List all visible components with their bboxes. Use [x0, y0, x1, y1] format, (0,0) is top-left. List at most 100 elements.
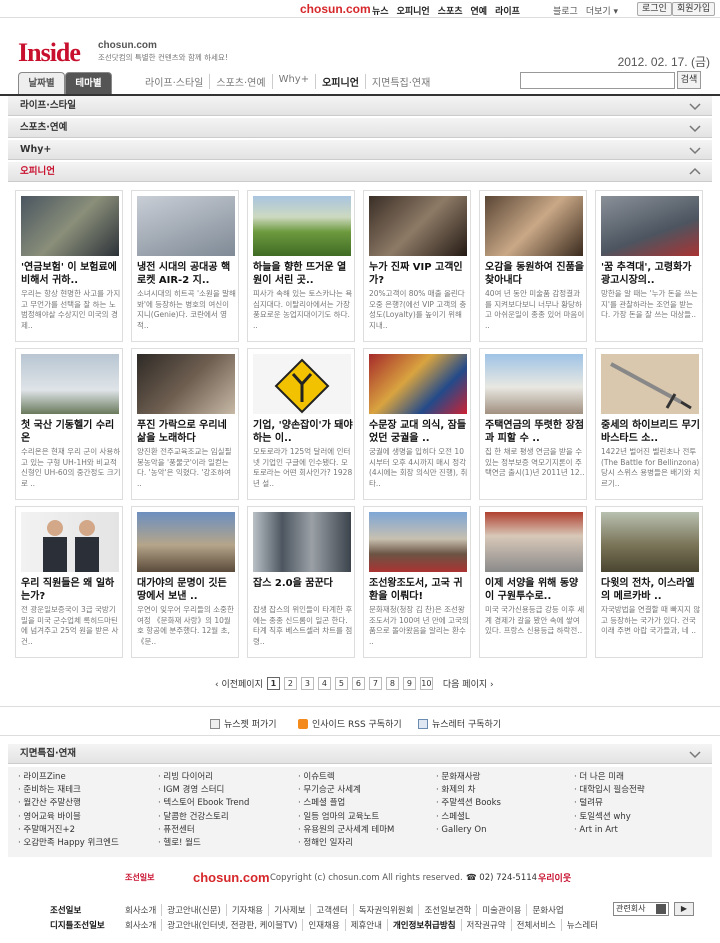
article-title[interactable]: 수문장 교대 의식, 잠들었던 궁궐을 ..	[369, 419, 469, 445]
footer-link[interactable]: 제휴안내	[346, 919, 388, 931]
article-title[interactable]: 다윗의 전차, 이스라엘의 메르카바 ..	[601, 577, 701, 603]
article-thumbnail[interactable]	[601, 354, 699, 414]
neighbor-banner[interactable]: 우리이웃	[538, 871, 571, 884]
special-link[interactable]: 정해인 일자리	[298, 837, 394, 850]
special-link[interactable]: 주말섹션 Books	[436, 797, 501, 810]
article-title[interactable]: 푸진 가락으로 우리네 삶을 노래하다	[137, 419, 237, 445]
article-title[interactable]: 대가야의 문명이 깃든 땅에서 보낸 ..	[137, 577, 237, 603]
footer-link[interactable]: 저작권규약	[462, 919, 512, 931]
article-thumbnail[interactable]	[369, 512, 467, 572]
article-card[interactable]: 중세의 하이브리드 무기 바스타드 소.. 1422년 벌어진 벨린초나 전투(…	[595, 348, 703, 500]
page-2[interactable]: 2	[283, 677, 297, 690]
special-link[interactable]: 털려뮤	[574, 797, 645, 810]
special-link[interactable]: IGM 경영 스터디	[158, 784, 249, 797]
special-link[interactable]: 일등 엄마의 교육노트	[298, 811, 394, 824]
special-link[interactable]: 퓨전센터	[158, 824, 249, 837]
article-card[interactable]: 기업, '양손잡이'가 돼야 하는 이.. 모토로라가 125억 달러에 인터넷…	[247, 348, 355, 500]
footer-link[interactable]: 회사소개	[120, 904, 163, 916]
article-thumbnail[interactable]	[253, 196, 351, 256]
top-link-sports[interactable]: 스포츠	[438, 4, 463, 17]
special-link[interactable]: 스페셜L	[436, 811, 501, 824]
special-link[interactable]: 무기승군 사세계	[298, 784, 394, 797]
article-card[interactable]: 첫 국산 기동헬기 수리온 수리온은 현재 우리 군이 사용하고 있는 구형 U…	[15, 348, 123, 500]
article-thumbnail[interactable]	[369, 196, 467, 256]
article-card[interactable]: '연금보험' 이 보험료에 비해서 귀하.. 우리는 항상 현명한 사고를 가지…	[15, 190, 123, 342]
footer-chosun-logo[interactable]: chosun.com	[193, 870, 270, 885]
privacy-policy-link[interactable]: 개인정보취급방침	[388, 919, 462, 931]
page-1[interactable]: 1	[266, 677, 280, 690]
article-title[interactable]: 이제 서양을 위해 동양이 구원투수로..	[485, 577, 585, 603]
article-thumbnail[interactable]	[21, 196, 119, 256]
article-title[interactable]: 중세의 하이브리드 무기 바스타드 소..	[601, 419, 701, 445]
top-link-opinion[interactable]: 오피니언	[397, 4, 430, 17]
go-button[interactable]: ▶	[674, 902, 694, 916]
article-thumbnail[interactable]	[137, 354, 235, 414]
article-card[interactable]: 냉전 시대의 공대공 핵로켓 AIR-2 지.. 소녀시대의 히트곡 '소원을 …	[131, 190, 239, 342]
article-card[interactable]: 잡스 2.0을 꿈꾼다 잡생 잡스의 위인들이 타계한 후에는 종종 신드롬이 …	[247, 506, 355, 658]
article-title[interactable]: 주택연금의 뚜렷한 장점과 피할 수 ..	[485, 419, 585, 445]
special-link[interactable]: 이슈트렉	[298, 771, 394, 784]
article-thumbnail[interactable]	[601, 196, 699, 256]
article-thumbnail[interactable]	[21, 512, 119, 572]
special-link[interactable]: Art in Art	[574, 824, 645, 837]
section-life-style[interactable]: 라이프·스타일	[8, 96, 712, 116]
tab-by-date[interactable]: 날짜별	[18, 72, 65, 94]
top-link-blog[interactable]: 블로그	[553, 4, 578, 17]
special-link[interactable]: Gallery On	[436, 824, 501, 837]
special-link[interactable]: 월간산 주말산행	[18, 797, 119, 810]
article-card[interactable]: 이제 서양을 위해 동양이 구원투수로.. 미국 국가신용등급 강등 이후 세계…	[479, 506, 587, 658]
article-card[interactable]: 주택연금의 뚜렷한 장점과 피할 수 .. 집 한 채로 평생 연금을 받을 수…	[479, 348, 587, 500]
article-card[interactable]: 우리 직원들은 왜 일하는가? 전 광운일보증국이 3급 국방기밀을 미국 군수…	[15, 506, 123, 658]
inside-logo[interactable]: Inside	[18, 38, 81, 68]
article-thumbnail[interactable]	[601, 512, 699, 572]
nav-sports-ent[interactable]: 스포츠·연예	[210, 74, 273, 89]
newsjet-link[interactable]: 뉴스젯 퍼가기	[210, 717, 277, 730]
special-link[interactable]: 영어교육 바이블	[18, 811, 119, 824]
footer-link[interactable]: 기사제보	[269, 904, 312, 916]
footer-link[interactable]: 고객센터	[311, 904, 354, 916]
nav-why[interactable]: Why+	[273, 74, 317, 89]
top-link-more[interactable]: 더보기 ▾	[586, 4, 618, 17]
next-page-link[interactable]: 다음 페이지 ›	[443, 677, 494, 690]
article-thumbnail[interactable]	[137, 512, 235, 572]
article-card[interactable]: 조선왕조도서, 고국 귀환을 이뤄다! 문화재청(청장 김 찬)은 조선왕조도서…	[363, 506, 471, 658]
prev-page-link[interactable]: ‹ 이전페이지	[215, 677, 263, 690]
article-title[interactable]: 기업, '양손잡이'가 돼야 하는 이..	[253, 419, 353, 445]
page-3[interactable]: 3	[300, 677, 314, 690]
page-9[interactable]: 9	[402, 677, 416, 690]
special-link[interactable]: 스페셜 플업	[298, 797, 394, 810]
article-title[interactable]: 누가 진짜 VIP 고객인가?	[369, 261, 469, 287]
search-button[interactable]: 검색	[677, 71, 701, 89]
search-input[interactable]	[520, 72, 675, 89]
article-title[interactable]: 첫 국산 기동헬기 수리온	[21, 419, 121, 445]
special-link[interactable]: 문화재사랑	[436, 771, 501, 784]
page-8[interactable]: 8	[385, 677, 399, 690]
special-link[interactable]: 준비하는 재테크	[18, 784, 119, 797]
article-card[interactable]: 수문장 교대 의식, 잠들었던 궁궐을 .. 궁궐에 생명을 입히다 오전 10…	[363, 348, 471, 500]
special-link[interactable]: 토일섹션 why	[574, 811, 645, 824]
login-button[interactable]: 로그인	[637, 2, 672, 16]
article-title[interactable]: '꿈 추격대', 고령화가 광고시장의..	[601, 261, 701, 287]
article-thumbnail[interactable]	[21, 354, 119, 414]
article-thumbnail[interactable]	[485, 196, 583, 256]
footer-link[interactable]: 뉴스레터	[562, 919, 603, 931]
article-thumbnail[interactable]	[253, 512, 351, 572]
special-link[interactable]: 라이프Zine	[18, 771, 119, 784]
page-4[interactable]: 4	[317, 677, 331, 690]
article-thumbnail[interactable]	[137, 196, 235, 256]
footer-link[interactable]: 전체서비스	[512, 919, 562, 931]
article-thumbnail[interactable]	[485, 512, 583, 572]
nav-special[interactable]: 지면특집·연재	[366, 74, 436, 89]
rss-link[interactable]: 인사이드 RSS 구독하기	[298, 717, 402, 730]
special-link[interactable]: 더 나은 미래	[574, 771, 645, 784]
footer-link[interactable]: 광고안내(신문)	[162, 904, 227, 916]
special-link[interactable]: 달콤한 건강스토리	[158, 811, 249, 824]
footer-link[interactable]: 기자채용	[227, 904, 270, 916]
page-10[interactable]: 10	[419, 677, 433, 690]
article-title[interactable]: 조선왕조도서, 고국 귀환을 이뤄다!	[369, 577, 469, 603]
article-card[interactable]: 푸진 가락으로 우리네 삶을 노래하다 양진환 전주교육조교는 임실필봉농악을 …	[131, 348, 239, 500]
footer-link[interactable]: 인재채용	[303, 919, 346, 931]
footer-link[interactable]: 조선일보견학	[419, 904, 478, 916]
special-link[interactable]: 화제의 차	[436, 784, 501, 797]
special-link[interactable]: 텍스토어 Ebook Trend	[158, 797, 249, 810]
